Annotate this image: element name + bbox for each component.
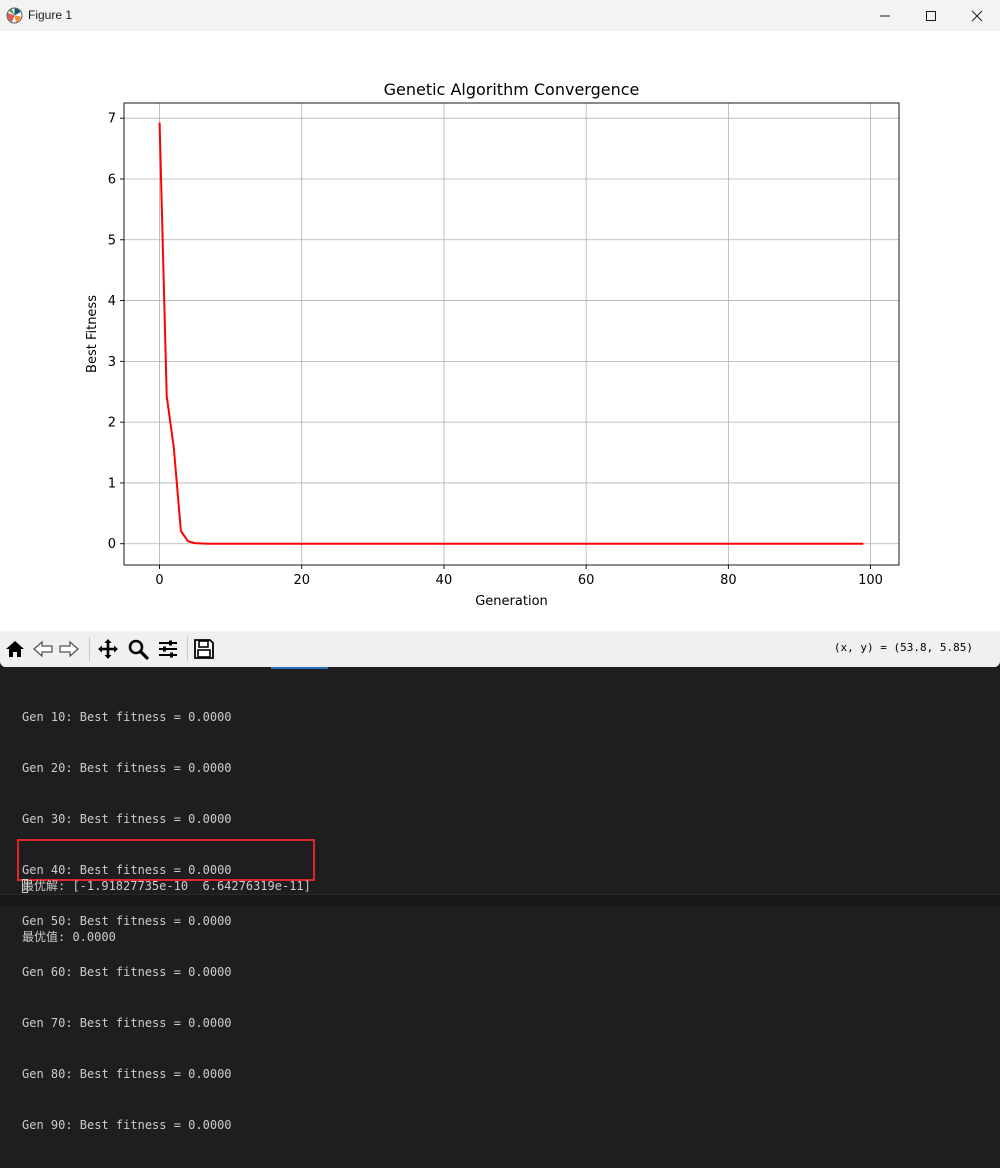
result-output: 最优解: [-1.91827735e-10 6.64276319e-11] 最优… — [22, 844, 311, 980]
title-bar[interactable]: Figure 1 — [0, 0, 1000, 31]
y-tick-label: 0 — [108, 537, 116, 552]
x-tick-label: 20 — [293, 573, 310, 588]
best-value-line: 最优值: 0.0000 — [22, 930, 116, 944]
terminal-line: Gen 90: Best fitness = 0.0000 — [22, 1118, 232, 1132]
back-arrow-icon — [33, 640, 53, 658]
maximize-button[interactable] — [908, 0, 954, 31]
terminal-line: Gen 20: Best fitness = 0.0000 — [22, 761, 232, 775]
x-tick-label: 80 — [720, 573, 737, 588]
navigation-toolbar: (x, y) = (53.8, 5.85) — [0, 631, 1000, 667]
y-axis-label: Best Fitness — [85, 295, 100, 373]
configure-subplots-button[interactable] — [156, 637, 180, 661]
terminal-line: Gen 10: Best fitness = 0.0000 — [22, 710, 232, 724]
x-tick-label: 60 — [578, 573, 595, 588]
y-tick-label: 1 — [108, 476, 116, 491]
axes-frame — [123, 102, 900, 566]
figure-window: Figure 1 0 20 40 60 80 100 0 1 2 3 4 5 6 7 Genetic Alg… — [0, 0, 1000, 667]
save-icon — [194, 639, 214, 659]
forward-button[interactable] — [57, 637, 81, 661]
window-title: Figure 1 — [28, 8, 73, 22]
y-tick-label: 3 — [108, 355, 116, 370]
terminal-line: Gen 80: Best fitness = 0.0000 — [22, 1067, 232, 1081]
terminal-panel[interactable]: Gen 10: Best fitness = 0.0000 Gen 20: Be… — [0, 667, 1000, 1132]
plot-canvas[interactable]: 0 20 40 60 80 100 0 1 2 3 4 5 6 7 Genetic Algorithm Co… — [0, 31, 1000, 631]
terminal-cursor — [22, 879, 28, 893]
toolbar-separator — [187, 637, 188, 661]
fitness-line — [158, 122, 864, 545]
chart-title: Genetic Algorithm Convergence — [384, 80, 640, 99]
terminal-line: Gen 30: Best fitness = 0.0000 — [22, 812, 232, 826]
zoom-icon — [128, 639, 149, 660]
minimize-button[interactable] — [862, 0, 908, 31]
terminal-scroll-indicator — [271, 667, 328, 669]
toolbar-separator — [89, 637, 90, 661]
close-button[interactable] — [954, 0, 1000, 31]
back-button[interactable] — [31, 637, 55, 661]
x-tick-label: 0 — [155, 573, 163, 588]
zoom-button[interactable] — [126, 637, 150, 661]
forward-arrow-icon — [59, 640, 79, 658]
y-tick-label: 5 — [108, 233, 116, 248]
y-tick-label: 4 — [108, 294, 116, 309]
matplotlib-icon — [6, 7, 23, 24]
y-tick-label: 7 — [108, 112, 116, 127]
x-tick-label: 40 — [436, 573, 453, 588]
configure-subplots-icon — [159, 640, 177, 658]
home-icon — [6, 641, 24, 657]
terminal-line: Gen 70: Best fitness = 0.0000 — [22, 1016, 232, 1030]
x-axis-label: Generation — [475, 594, 548, 609]
cursor-coordinates: (x, y) = (53.8, 5.85) — [833, 641, 973, 654]
save-button[interactable] — [192, 637, 216, 661]
convergence-chart: 0 20 40 60 80 100 0 1 2 3 4 5 6 7 Genetic Algorithm Co… — [85, 80, 900, 609]
close-icon — [971, 10, 983, 21]
y-tick-label: 2 — [108, 416, 116, 431]
pan-button[interactable] — [96, 637, 120, 661]
y-tick-label: 6 — [108, 172, 116, 187]
maximize-icon — [926, 10, 936, 21]
home-button[interactable] — [3, 637, 27, 661]
x-tick-label: 100 — [858, 573, 883, 588]
pan-icon — [98, 639, 118, 659]
terminal-status-strip — [0, 894, 1000, 906]
best-solution-line: 最优解: [-1.91827735e-10 6.64276319e-11] — [22, 879, 311, 893]
minimize-icon — [880, 15, 890, 16]
